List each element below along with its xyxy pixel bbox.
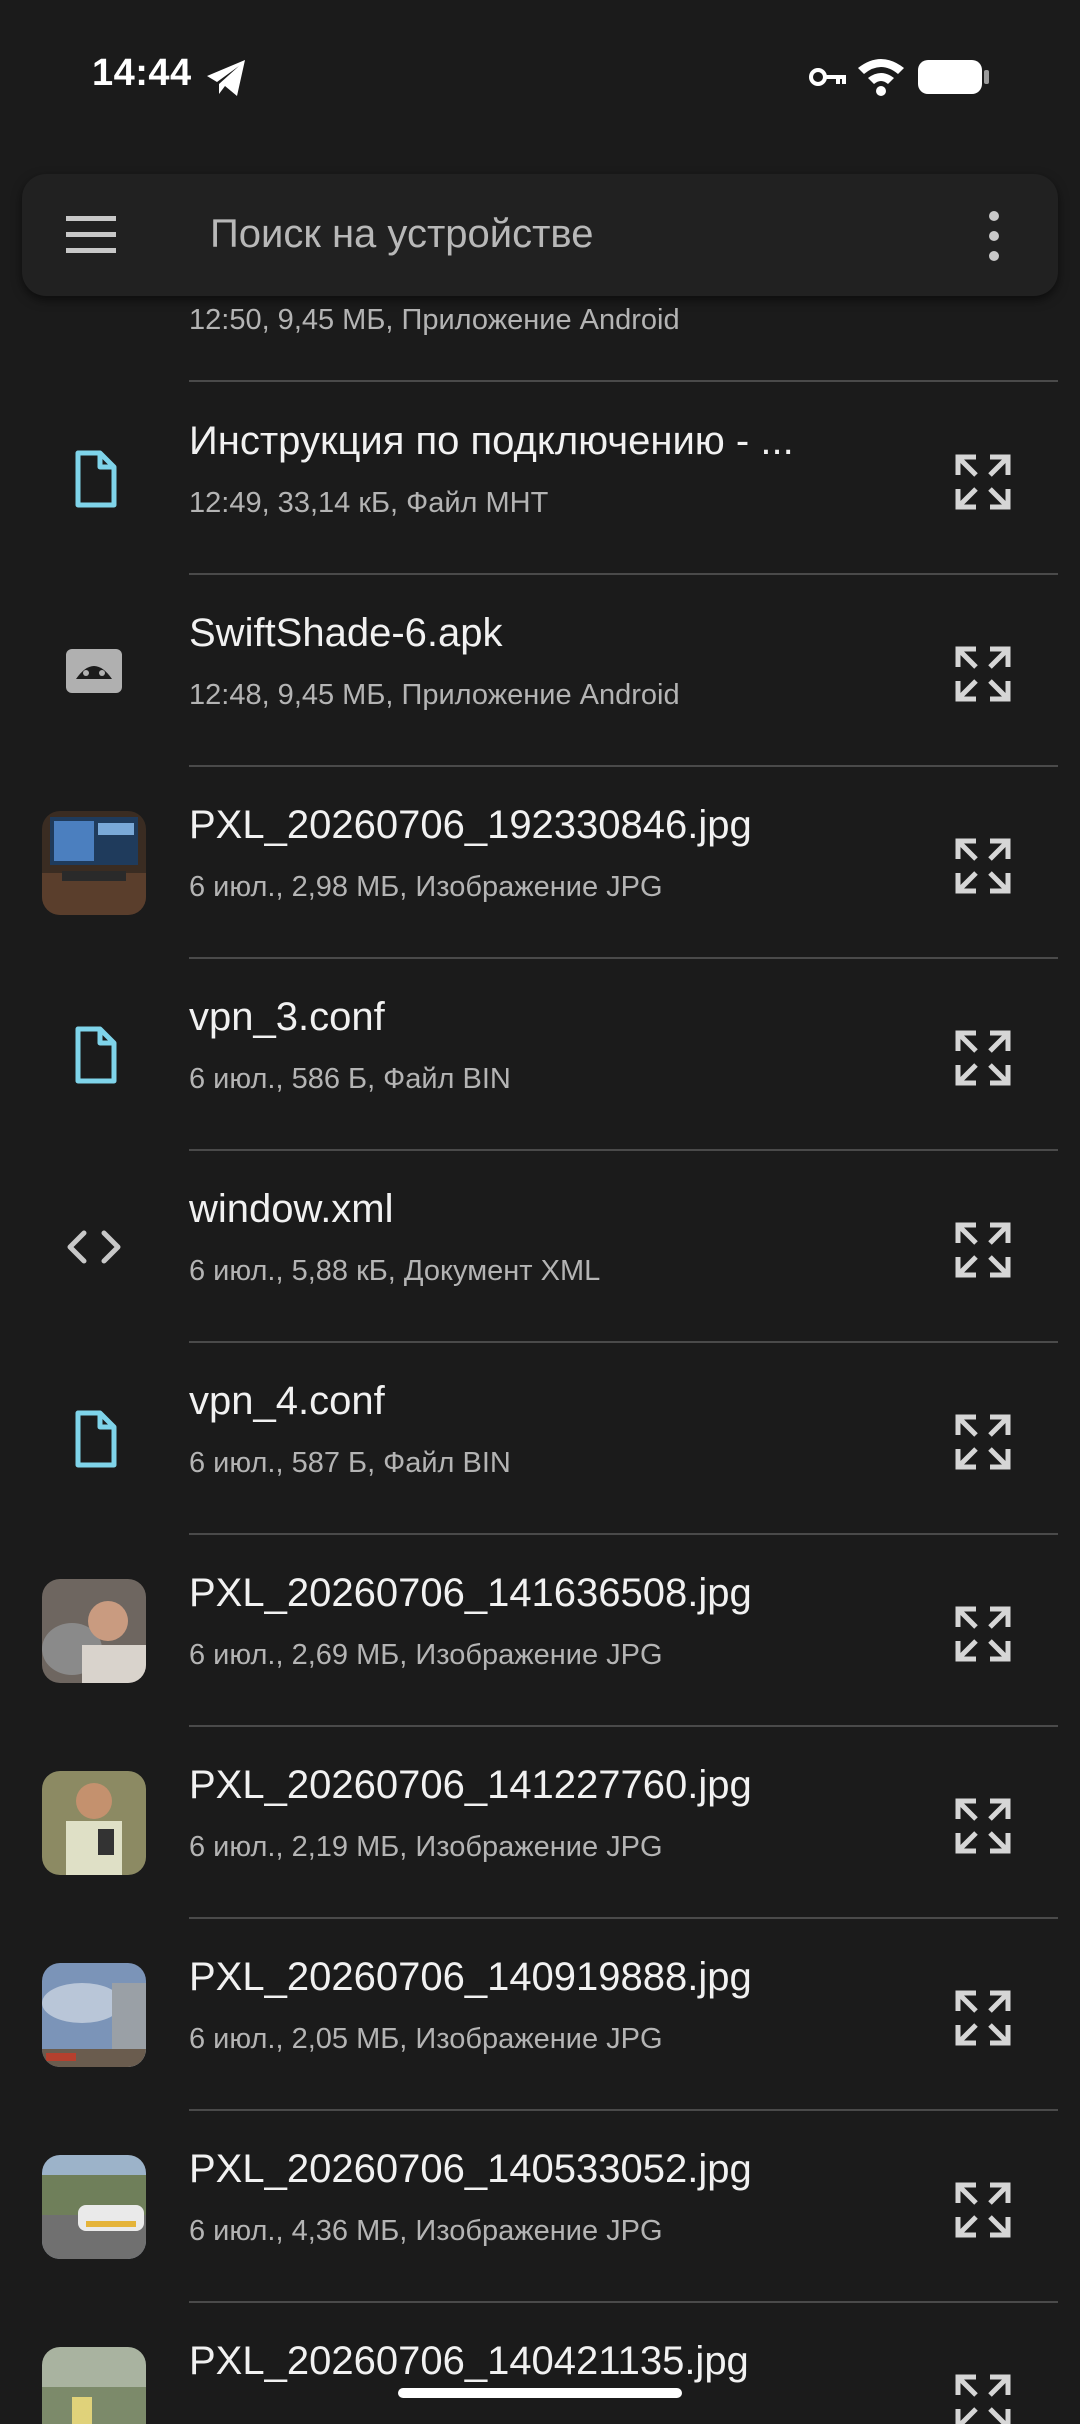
menu-icon[interactable]: [66, 212, 116, 258]
file-meta: 6 июл., 5,88 кБ, Документ XML: [189, 1255, 601, 1287]
list-item[interactable]: vpn_4.conf 6 июл., 587 Б, Файл BIN: [0, 1343, 1080, 1535]
list-item[interactable]: SwiftShade-6.apk 12:48, 9,45 МБ, Приложе…: [0, 575, 1080, 767]
file-name: PXL_20260706_141227760.jpg: [189, 1763, 752, 1807]
file-meta: 12:49, 33,14 кБ, Файл MHT: [189, 487, 549, 519]
list-item[interactable]: PXL_20260706_141227760.jpg 6 июл., 2,19 …: [0, 1727, 1080, 1919]
image-thumbnail: [42, 1963, 146, 2067]
file-meta: 6 июл., 586 Б, Файл BIN: [189, 1063, 511, 1095]
list-item[interactable]: PXL_20260706_141636508.jpg 6 июл., 2,69 …: [0, 1535, 1080, 1727]
file-icon: [75, 1026, 117, 1084]
list-item[interactable]: PXL_20260706_140533052.jpg 6 июл., 4,36 …: [0, 2111, 1080, 2303]
list-item[interactable]: vpn_3.conf 6 июл., 586 Б, Файл BIN: [0, 959, 1080, 1151]
list-item[interactable]: Инструкция по подключению - ... 12:49, 3…: [0, 383, 1080, 575]
file-name: PXL_20260706_141636508.jpg: [189, 1571, 752, 1615]
file-name: PXL_20260706_192330846.jpg: [189, 803, 752, 847]
list-item[interactable]: PXL_20260706_140421135.jpg: [0, 2303, 1080, 2424]
list-item[interactable]: window.xml 6 июл., 5,88 кБ, Документ XML: [0, 1151, 1080, 1343]
file-name: PXL_20260706_140533052.jpg: [189, 2147, 752, 2191]
file-meta: 6 июл., 4,36 МБ, Изображение JPG: [189, 2215, 663, 2247]
image-thumbnail: [42, 2155, 146, 2259]
file-icon: [75, 1410, 117, 1468]
file-name: PXL_20260706_140421135.jpg: [189, 2339, 749, 2383]
file-name: SwiftShade-6.apk: [189, 611, 503, 655]
android-icon: [66, 649, 122, 693]
expand-icon[interactable]: [950, 1985, 1016, 2051]
image-thumbnail: [42, 2347, 146, 2424]
expand-icon[interactable]: [950, 1793, 1016, 1859]
file-meta: 6 июл., 2,05 МБ, Изображение JPG: [189, 2023, 663, 2055]
gesture-nav-handle[interactable]: [398, 2388, 682, 2398]
file-meta: 6 июл., 2,98 МБ, Изображение JPG: [189, 871, 663, 903]
file-name: Инструкция по подключению - ...: [189, 419, 794, 463]
search-input[interactable]: Поиск на устройстве: [210, 212, 593, 257]
expand-icon[interactable]: [950, 1409, 1016, 1475]
file-name: window.xml: [189, 1187, 394, 1231]
file-meta: 6 июл., 587 Б, Файл BIN: [189, 1447, 511, 1479]
more-vert-icon[interactable]: [984, 210, 1004, 262]
file-meta: 12:48, 9,45 МБ, Приложение Android: [189, 679, 680, 711]
expand-icon[interactable]: [950, 833, 1016, 899]
file-name: vpn_4.conf: [189, 1379, 385, 1423]
image-thumbnail: [42, 1771, 146, 1875]
expand-icon[interactable]: [950, 641, 1016, 707]
expand-icon[interactable]: [950, 1217, 1016, 1283]
file-meta: 6 июл., 2,19 МБ, Изображение JPG: [189, 1831, 663, 1863]
list-item[interactable]: PXL_20260706_140919888.jpg 6 июл., 2,05 …: [0, 1919, 1080, 2111]
file-name: PXL_20260706_140919888.jpg: [189, 1955, 752, 1999]
expand-icon[interactable]: [950, 2177, 1016, 2243]
wifi-icon: [858, 59, 904, 96]
vpn-key-icon: [809, 68, 846, 86]
expand-icon[interactable]: [950, 449, 1016, 515]
expand-icon[interactable]: [950, 1601, 1016, 1667]
status-bar: 14:44: [0, 0, 1080, 150]
image-thumbnail: [42, 811, 146, 915]
battery-icon: [918, 60, 989, 94]
file-meta: 12:50, 9,45 МБ, Приложение Android: [189, 304, 680, 336]
search-bar[interactable]: Поиск на устройстве: [22, 174, 1058, 296]
code-icon: [67, 1230, 121, 1264]
expand-icon[interactable]: [950, 2369, 1016, 2424]
list-item[interactable]: PXL_20260706_192330846.jpg 6 июл., 2,98 …: [0, 767, 1080, 959]
file-name: vpn_3.conf: [189, 995, 385, 1039]
divider: [189, 380, 1058, 382]
image-thumbnail: [42, 1579, 146, 1683]
expand-icon[interactable]: [950, 1025, 1016, 1091]
file-meta: 6 июл., 2,69 МБ, Изображение JPG: [189, 1639, 663, 1671]
file-icon: [75, 450, 117, 508]
telegram-icon: [207, 60, 245, 96]
status-time: 14:44: [92, 52, 192, 94]
